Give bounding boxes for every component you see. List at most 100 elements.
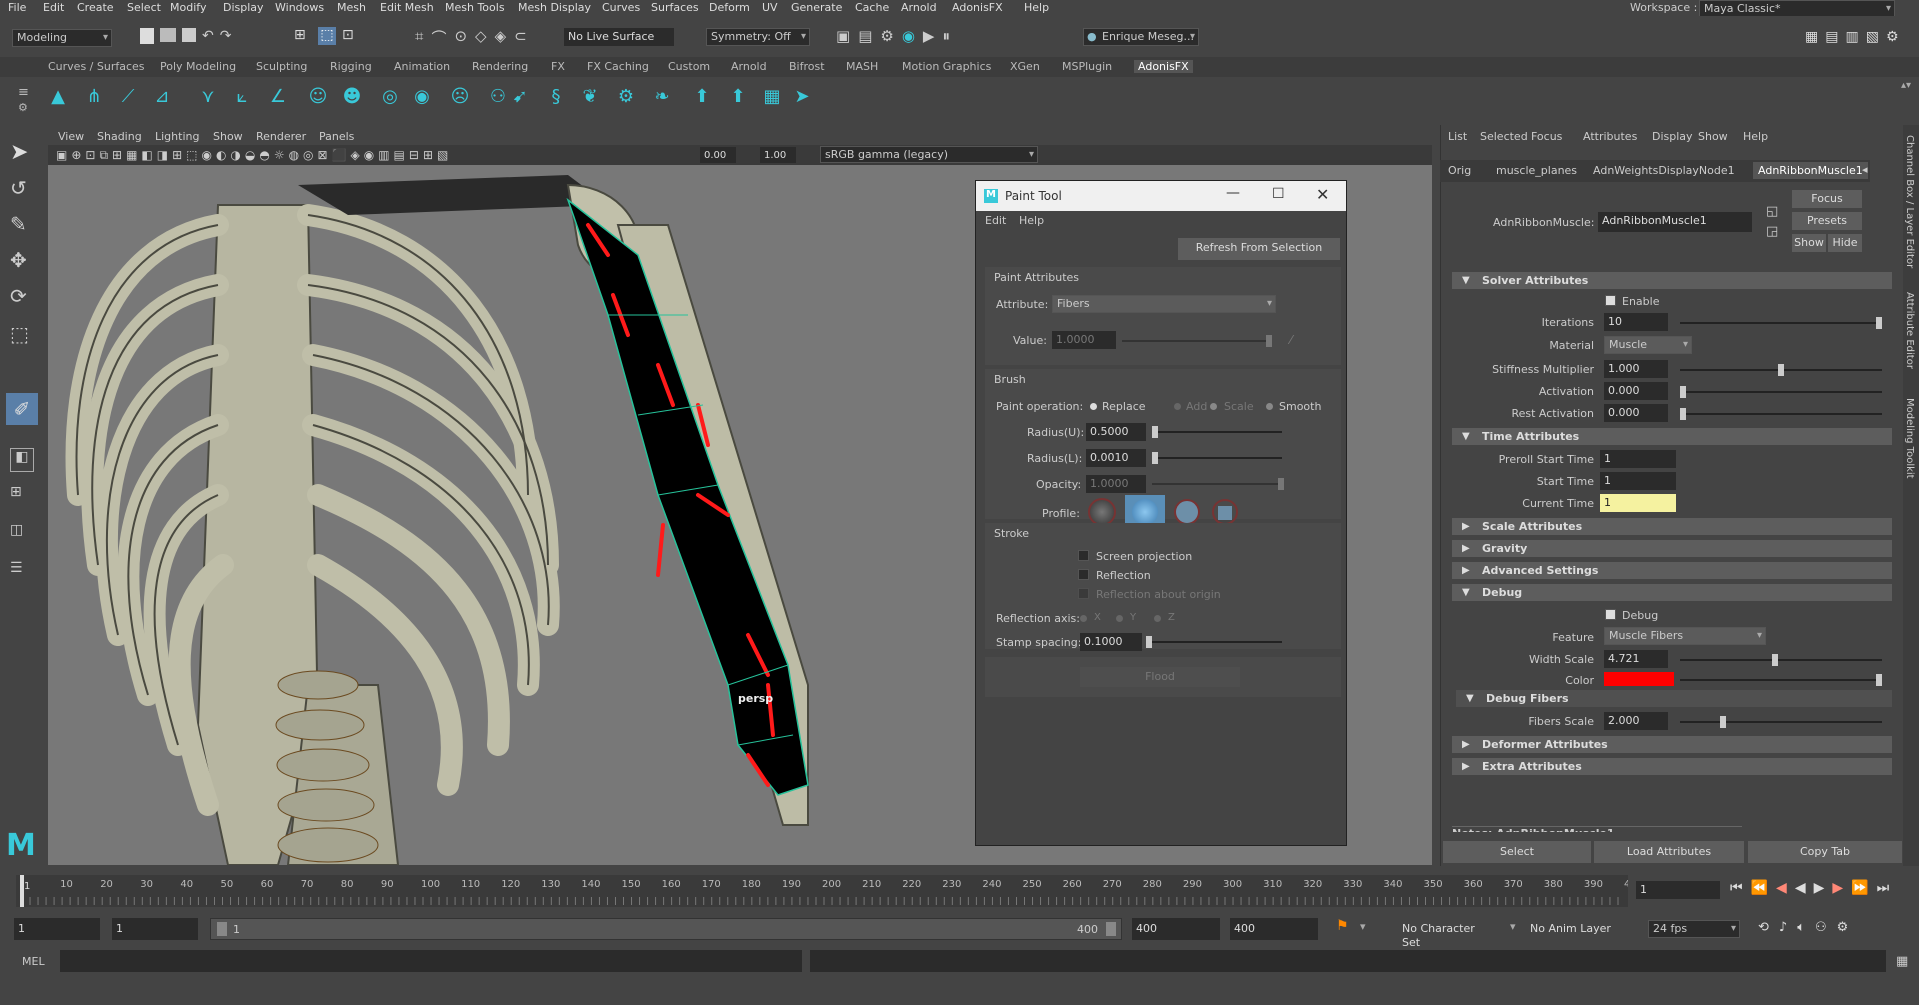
feather-icon[interactable]: ❧ [650,84,674,108]
side-tab-attribute-editor[interactable]: Attribute Editor [1904,292,1915,369]
mask-icon[interactable]: ☻ [340,84,364,108]
menu-deform[interactable]: Deform [709,1,750,14]
scale-radio[interactable] [1210,403,1217,410]
menu-windows[interactable]: Windows [275,1,324,14]
scene-start-field[interactable]: 1 [14,918,100,940]
menu-file[interactable]: File [8,1,26,14]
radius-u-slider[interactable] [1152,426,1282,438]
head-paint-icon[interactable]: ⚇ [486,84,510,108]
gear-fiber-icon[interactable]: ⚙ [614,84,638,108]
outliner-layout-icon[interactable]: ☰ [10,560,34,584]
script-editor-icon[interactable]: ▦ [1896,954,1908,969]
range-start-handle[interactable] [217,922,227,936]
fps-select[interactable]: 24 fps [1648,920,1740,938]
range-end-handle[interactable] [1106,922,1116,936]
refresh-from-selection-button[interactable]: Refresh From Selection [1178,238,1340,260]
reflection-origin-checkbox[interactable] [1078,588,1089,599]
shelf-tab-mash[interactable]: MASH [846,60,878,73]
step-back-key-icon[interactable]: ⏪ [1751,880,1768,896]
menu-mesh[interactable]: Mesh [337,1,366,14]
menu-surfaces[interactable]: Surfaces [651,1,699,14]
iterations-field[interactable]: 10 [1604,313,1668,331]
side-tab-modeling-toolkit[interactable]: Modeling Toolkit [1904,398,1915,479]
step-back-frame-icon[interactable]: ◀︎ [1776,880,1787,896]
ae-menu-focus[interactable]: Focus [1531,130,1562,143]
shelf-tab-curves-surfaces[interactable]: Curves / Surfaces [48,60,145,73]
leaf-icon[interactable]: ❦ [578,84,602,108]
fiber-icon[interactable]: ⋎ [196,84,220,108]
width-scale-field[interactable]: 4.721 [1604,650,1668,668]
radius-l-field[interactable]: 0.0010 [1086,449,1146,467]
axis-x-radio[interactable] [1080,615,1087,622]
redo-icon[interactable]: ↷ [220,28,232,44]
scale-attributes-header[interactable]: ▶ Scale Attributes [1452,518,1892,535]
viewport-menu-shading[interactable]: Shading [97,130,142,143]
side-tab-channel-box[interactable]: Channel Box / Layer Editor [1904,135,1915,268]
tool-settings-icon[interactable]: ▥ [1845,29,1858,45]
focus-button[interactable]: Focus [1792,190,1862,208]
mel-label[interactable]: MEL [22,955,45,968]
focus-output-icon[interactable]: ◲ [1766,224,1778,239]
paint-menu-help[interactable]: Help [1019,214,1044,227]
step-forward-key-icon[interactable]: ⏩ [1851,880,1868,896]
character-set-dropdown-icon[interactable]: ▾ [1360,920,1366,933]
paint-tool-icon[interactable]: ✐ [6,393,38,425]
add-radio[interactable] [1174,403,1181,410]
menu-uv[interactable]: UV [762,1,778,14]
viewport-menu-panels[interactable]: Panels [319,130,354,143]
ring-icon[interactable]: ◎ [378,84,402,108]
menu-mesh-tools[interactable]: Mesh Tools [445,1,505,14]
auto-key-icon[interactable]: ⚑ [1336,918,1349,934]
ipr-render-icon[interactable]: ▤ [858,27,872,45]
ribbon-icon[interactable]: ∠ [266,84,290,108]
undo-icon[interactable]: ↶ [202,28,214,44]
debug-color-swatch[interactable] [1604,672,1674,686]
shelf-tab-fx-caching[interactable]: FX Caching [587,60,649,73]
muscle-create-icon[interactable]: ▲ [46,84,70,108]
menu-create[interactable]: Create [77,1,114,14]
time-slider[interactable]: 1 10 20 30 40 50 60 70 80 90 100 110 120 130 140 150 160… [16,875,1643,907]
move-tool-icon[interactable]: ✥ [10,248,27,272]
close-icon[interactable]: ✕ [1316,185,1329,204]
copy-tab-button[interactable]: Copy Tab [1748,841,1902,863]
scene-end-field[interactable]: 400 [1230,918,1318,940]
range-slider[interactable]: 1 400 [210,918,1122,940]
playback-start-field[interactable]: 1 [112,918,198,940]
menu-edit[interactable]: Edit [43,1,64,14]
go-to-end-icon[interactable]: ⏭ [1877,880,1890,896]
open-scene-icon[interactable] [160,28,176,42]
ae-menu-display[interactable]: Display [1652,130,1693,143]
stiffness-field[interactable]: 1.000 [1604,360,1668,378]
node-tab-adnribbonmuscle1[interactable]: AdnRibbonMuscle1 [1753,162,1868,179]
paint-menu-edit[interactable]: Edit [985,214,1006,227]
command-input[interactable] [60,950,802,972]
maximize-icon[interactable]: ☐ [1272,186,1285,202]
select-by-object-icon[interactable]: ⬚ [318,27,336,45]
shelf-tab-bifrost[interactable]: Bifrost [789,60,825,73]
menu-cache[interactable]: Cache [855,1,889,14]
menu-modify[interactable]: Modify [170,1,206,14]
shelf-tab-msplugin[interactable]: MSPlugin [1062,60,1112,73]
shelf-tab-animation[interactable]: Animation [394,60,450,73]
torus-icon[interactable]: ◉ [410,84,434,108]
shelf-tab-poly-modeling[interactable]: Poly Modeling [160,60,236,73]
shelf-tab-rigging[interactable]: Rigging [330,60,372,73]
character-set-field[interactable]: No Character Set [1398,920,1498,949]
go-to-start-icon[interactable]: ⏮ [1730,880,1743,896]
focus-input-icon[interactable]: ◱ [1766,204,1778,219]
eyedropper-icon[interactable]: ⁄ [1290,333,1292,347]
arnold-render-icon[interactable]: ◉ [902,27,915,45]
fibers-scale-slider[interactable] [1680,716,1882,728]
menu-select[interactable]: Select [127,1,161,14]
node-tab-muscle-planes[interactable]: muscle_planes [1496,164,1577,177]
mode-select[interactable]: Modeling [12,29,112,47]
width-scale-slider[interactable] [1680,654,1882,666]
debug-checkbox[interactable] [1605,609,1616,620]
new-scene-icon[interactable] [140,28,154,44]
sound-icon[interactable]: ♪ [1779,920,1787,935]
radius-l-slider[interactable] [1152,452,1282,464]
shelf-tab-xgen[interactable]: XGen [1010,60,1040,73]
menu-display[interactable]: Display [223,1,264,14]
smooth-radio[interactable] [1266,403,1273,410]
magnet-icon[interactable]: ⊂ [514,27,527,48]
